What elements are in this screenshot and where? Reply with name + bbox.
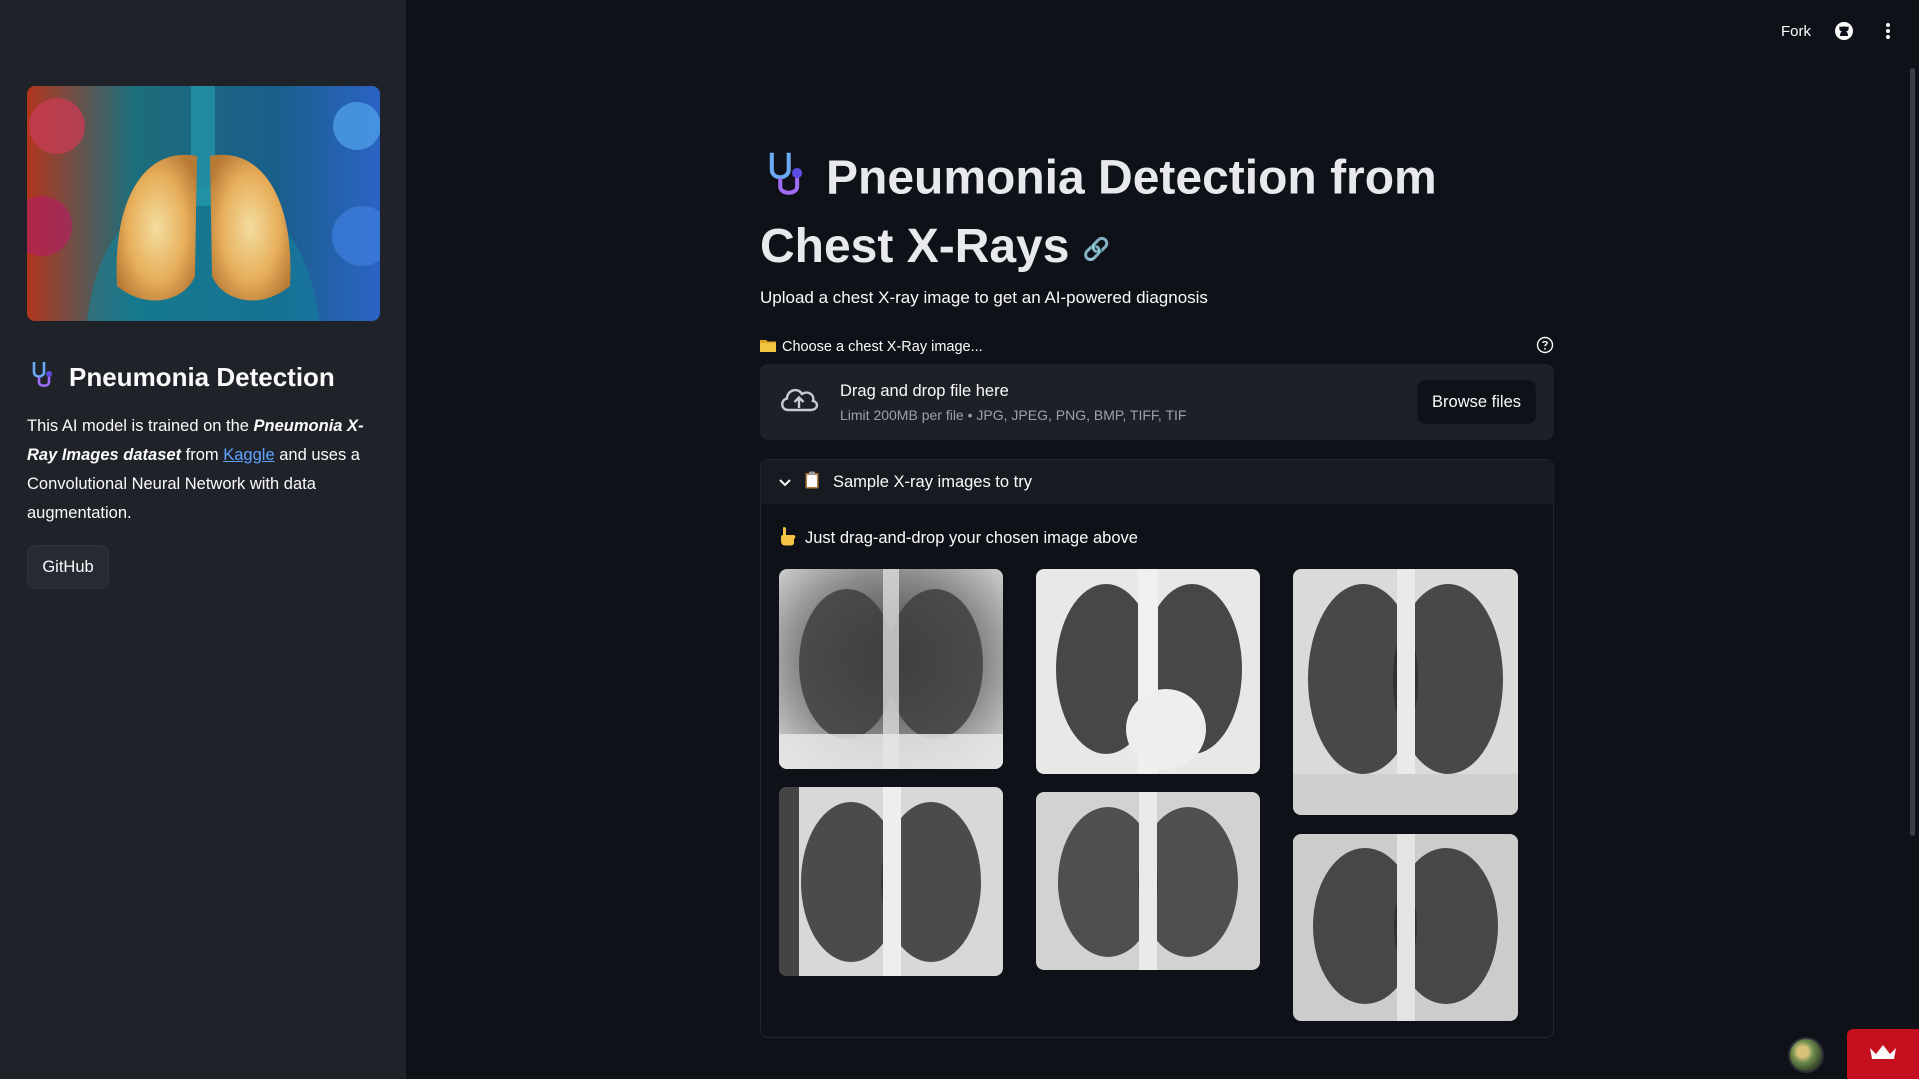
sample-xray-5[interactable] (1036, 792, 1260, 970)
samples-expander: Sample X-ray images to try Just drag-and… (760, 459, 1554, 1038)
file-dropzone[interactable]: Drag and drop file here Limit 200MB per … (760, 364, 1554, 440)
sample-xray-1[interactable] (779, 569, 1003, 769)
stethoscope-icon (27, 358, 59, 397)
sidebar-title: Pneumonia Detection (27, 358, 335, 397)
link-icon[interactable]: 🔗 (1083, 236, 1110, 261)
crown-icon (1868, 1042, 1898, 1067)
github-icon[interactable] (1833, 20, 1855, 42)
title-line2: Chest X-Rays (760, 220, 1070, 273)
subtitle: Upload a chest X-ray image to get an AI-… (760, 288, 1208, 307)
sample-xray-3[interactable] (1293, 569, 1518, 815)
streamlit-crown-button[interactable] (1847, 1029, 1919, 1079)
cloud-upload-icon (778, 384, 820, 421)
scrollbar[interactable] (1910, 68, 1915, 836)
sidebar-title-text: Pneumonia Detection (69, 362, 335, 392)
chevron-down-icon (779, 473, 791, 492)
samples-hint-text: Just drag-and-drop your chosen image abo… (805, 529, 1138, 547)
kaggle-link[interactable]: Kaggle (223, 446, 274, 464)
fork-button[interactable]: Fork (1781, 23, 1811, 40)
folder-icon (760, 338, 776, 356)
help-icon[interactable] (1536, 336, 1554, 358)
lungs-hero-image (27, 86, 380, 321)
stethoscope-icon (760, 146, 814, 216)
drop-text: Drag and drop file here (840, 381, 1009, 400)
uploader-label-row: Choose a chest X-Ray image... (760, 336, 1554, 358)
uploader-label: Choose a chest X-Ray image... (782, 339, 983, 355)
sidebar: Pneumonia Detection This AI model is tra… (0, 0, 406, 1079)
sample-xray-2[interactable] (1036, 569, 1260, 774)
github-button[interactable]: GitHub (27, 545, 109, 589)
sample-xray-6[interactable] (1293, 834, 1518, 1021)
title-line1: Pneumonia Detection from (826, 151, 1437, 205)
more-vertical-icon[interactable] (1877, 20, 1899, 42)
samples-expander-label: Sample X-ray images to try (833, 472, 1032, 491)
pointing-hand-icon (779, 526, 797, 551)
browse-files-button[interactable]: Browse files (1417, 380, 1536, 424)
page-title: Pneumonia Detection from Chest X-Rays 🔗 (760, 146, 1520, 280)
samples-expander-header[interactable]: Sample X-ray images to try (761, 460, 1553, 504)
sidebar-description: This AI model is trained on the Pneumoni… (27, 417, 364, 522)
clipboard-icon (805, 471, 819, 494)
toolbar: Fork (1781, 20, 1899, 42)
sample-xray-4[interactable] (779, 787, 1003, 976)
samples-hint: Just drag-and-drop your chosen image abo… (779, 526, 1138, 551)
avatar[interactable] (1788, 1037, 1824, 1073)
file-limit-text: Limit 200MB per file • JPG, JPEG, PNG, B… (840, 406, 1187, 423)
